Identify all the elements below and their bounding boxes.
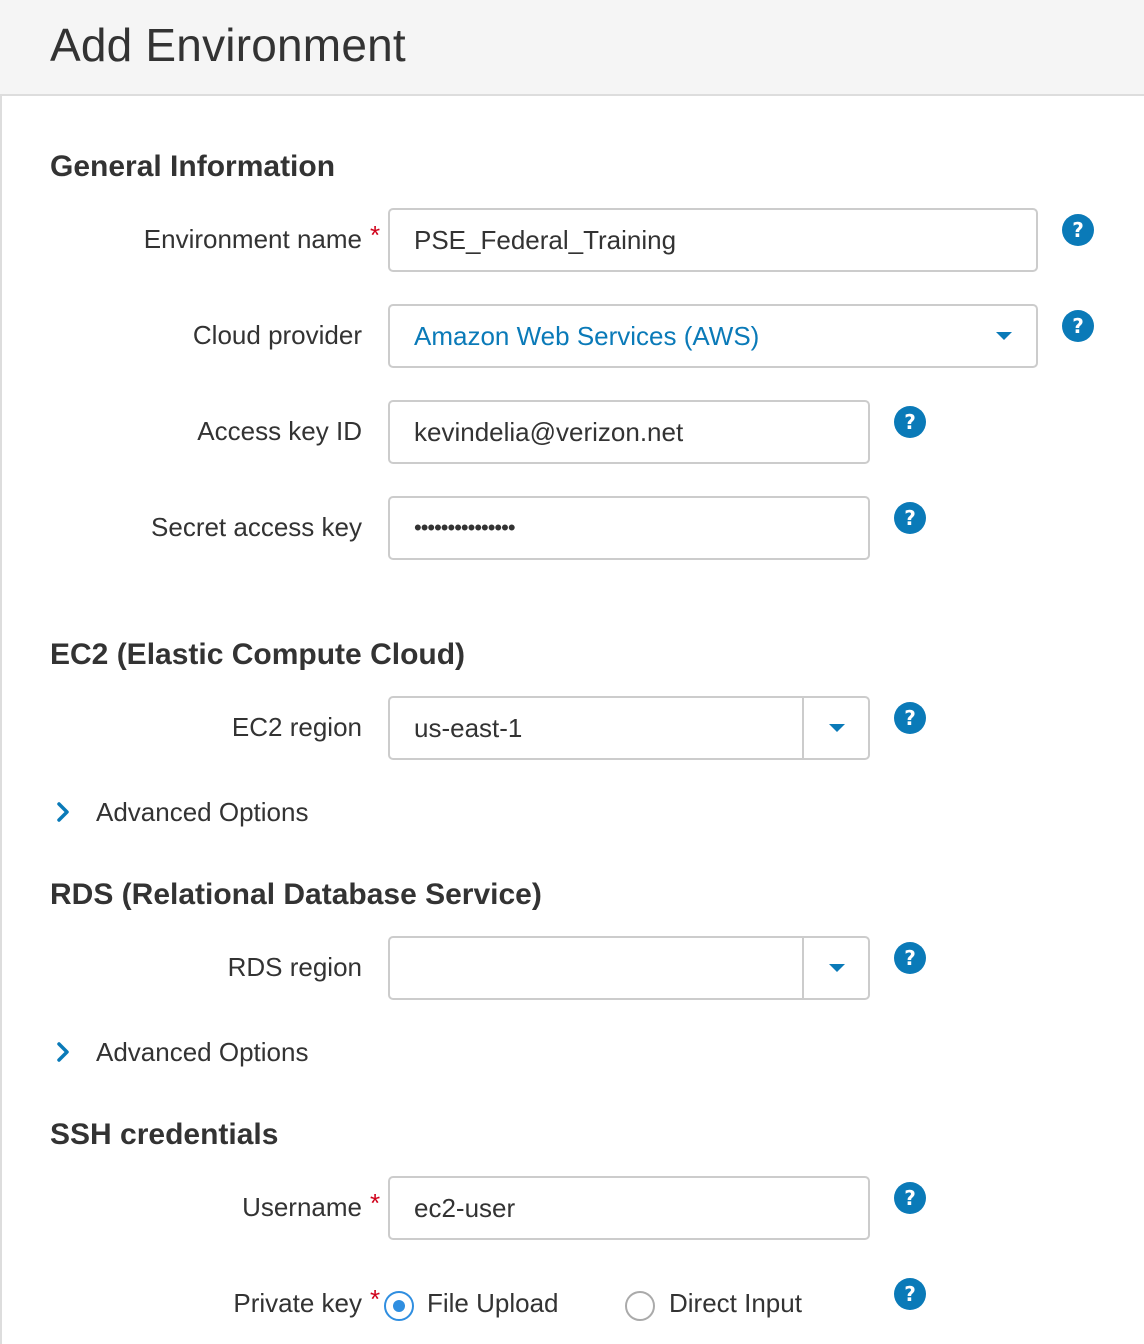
username-input[interactable]: ec2-user [388,1176,870,1240]
ec2-region-label: EC2 region [231,712,362,742]
direct-input-radio[interactable] [625,1291,655,1321]
help-icon[interactable]: ? [1062,214,1094,246]
secret-access-key-label: Secret access key [151,512,362,542]
rds-region-select[interactable] [388,936,870,1000]
direct-input-label[interactable]: Direct Input [669,1288,802,1319]
ec2-advanced-options-toggle[interactable]: Advanced Options [50,794,308,830]
access-key-id-input[interactable]: kevindelia@verizon.net [388,400,870,464]
help-icon[interactable]: ? [894,406,926,438]
content-border [0,96,2,1344]
ec2-region-select[interactable]: us-east-1 [388,696,870,760]
help-icon[interactable]: ? [894,1278,926,1310]
ec2-region-value: us-east-1 [414,712,523,743]
secret-access-key-input[interactable]: ••••••••••••••• [388,496,870,560]
chevron-right-icon [57,1042,69,1062]
help-icon[interactable]: ? [894,1182,926,1214]
chevron-right-icon [57,802,69,822]
help-icon[interactable]: ? [894,942,926,974]
page-title: Add Environment [50,19,406,71]
cloud-provider-select[interactable]: Amazon Web Services (AWS) [388,304,1038,368]
ec2-region-dropdown-button[interactable] [802,698,868,758]
cloud-provider-label: Cloud provider [192,320,362,350]
caret-down-icon [996,332,1012,340]
file-upload-radio[interactable] [384,1291,414,1321]
help-icon[interactable]: ? [894,502,926,534]
help-icon[interactable]: ? [1062,310,1094,342]
section-title-general: General Information [50,150,336,183]
file-upload-label[interactable]: File Upload [427,1288,559,1319]
required-marker: * [370,1284,381,1314]
private-key-label: Private key [233,1288,362,1318]
required-marker: * [370,220,381,250]
page-header: Add Environment [0,0,1144,96]
section-title-ec2: EC2 (Elastic Compute Cloud) [50,638,466,671]
advanced-options-label: Advanced Options [96,1036,309,1067]
section-title-rds: RDS (Relational Database Service) [50,878,542,911]
section-title-ssh: SSH credentials [50,1118,279,1151]
cloud-provider-value: Amazon Web Services (AWS) [414,320,760,351]
username-label: Username [242,1192,362,1222]
rds-region-label: RDS region [227,952,362,982]
required-marker: * [370,1188,381,1218]
caret-down-icon [829,964,845,972]
caret-down-icon [829,724,845,732]
rds-region-dropdown-button[interactable] [802,938,868,998]
environment-name-input[interactable]: PSE_Federal_Training [388,208,1038,272]
rds-advanced-options-toggle[interactable]: Advanced Options [50,1034,308,1070]
advanced-options-label: Advanced Options [96,796,309,827]
help-icon[interactable]: ? [894,702,926,734]
access-key-id-label: Access key ID [197,416,362,446]
environment-name-label: Environment name [143,224,362,254]
